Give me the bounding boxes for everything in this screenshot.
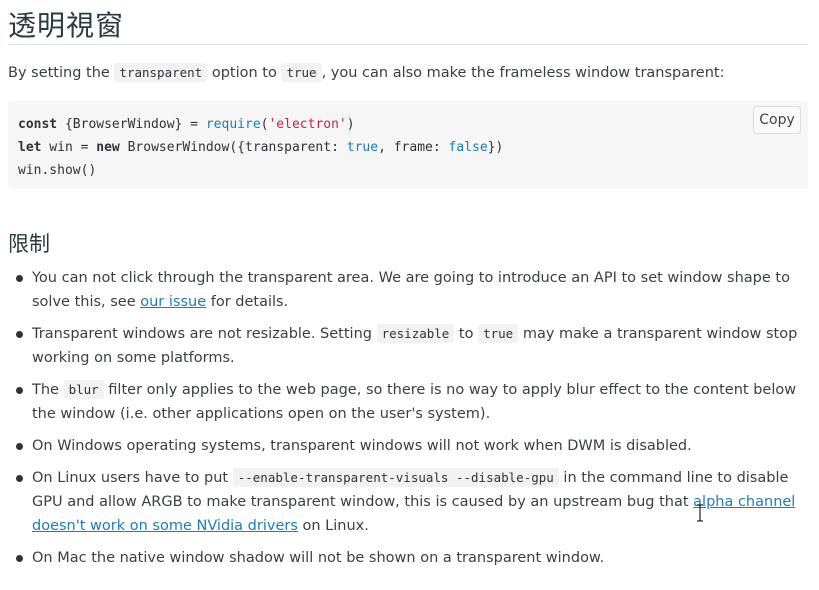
intro-text-3: , you can also make the frameless window… bbox=[321, 65, 725, 81]
inline-code-blur: blur bbox=[63, 380, 104, 399]
list-item: The blur filter only applies to the web … bbox=[8, 378, 808, 426]
page-title: 透明視窗 bbox=[8, 9, 125, 42]
bullet-icon bbox=[16, 275, 23, 282]
list-item-text: On Linux users have to put bbox=[32, 470, 233, 486]
code-function: require bbox=[205, 117, 261, 132]
intro-text-2: option to bbox=[207, 65, 282, 81]
bullet-icon bbox=[16, 555, 23, 562]
list-item-text: for details. bbox=[206, 294, 289, 310]
code-keyword: let bbox=[18, 140, 42, 155]
list-item: On Windows operating systems, transparen… bbox=[8, 434, 808, 458]
list-item-text: on Linux. bbox=[297, 518, 369, 534]
code-string: 'electron' bbox=[268, 117, 347, 132]
code-text: BrowserWindow({transparent: bbox=[119, 140, 347, 155]
inline-code-resizable: resizable bbox=[376, 324, 455, 343]
inline-code-linux-flags: --enable-transparent-visuals --disable-g… bbox=[232, 468, 559, 487]
code-line-1: const {BrowserWindow} = require('electro… bbox=[18, 117, 355, 132]
inline-code-transparent: transparent bbox=[114, 63, 208, 82]
bullet-icon bbox=[16, 443, 23, 450]
inline-code-true: true bbox=[478, 324, 519, 343]
code-content: const {BrowserWindow} = require('electro… bbox=[18, 113, 503, 182]
list-item-text: Transparent windows are not resizable. S… bbox=[32, 326, 377, 342]
list-item: On Linux users have to put --enable-tran… bbox=[8, 466, 808, 538]
code-block: const {BrowserWindow} = require('electro… bbox=[8, 101, 808, 189]
title-divider bbox=[8, 44, 808, 45]
section-heading-limits: 限制 bbox=[8, 232, 50, 256]
list-item: On Mac the native window shadow will not… bbox=[8, 546, 808, 570]
code-text: {BrowserWindow} = bbox=[57, 117, 206, 132]
code-line-2: let win = new BrowserWindow({transparent… bbox=[18, 140, 503, 155]
code-text: , frame: bbox=[378, 140, 449, 155]
code-text: win = bbox=[41, 140, 97, 155]
text-cursor-icon bbox=[697, 504, 703, 522]
inline-code-true: true bbox=[281, 63, 322, 82]
code-text: }) bbox=[487, 140, 504, 155]
bullet-icon bbox=[16, 475, 23, 482]
intro-paragraph: By setting the transparent option to tru… bbox=[8, 61, 808, 85]
code-line-3: win.show() bbox=[18, 163, 97, 178]
list-item-text: On Mac the native window shadow will not… bbox=[32, 550, 605, 566]
list-item-text: The bbox=[32, 382, 64, 398]
code-text: ) bbox=[346, 117, 355, 132]
code-literal: false bbox=[448, 140, 488, 155]
code-keyword: new bbox=[96, 140, 120, 155]
copy-button[interactable]: Copy bbox=[753, 106, 801, 134]
list-item-text: On Windows operating systems, transparen… bbox=[32, 438, 692, 454]
list-item-text: to bbox=[454, 326, 479, 342]
bullet-icon bbox=[16, 331, 23, 338]
code-literal: true bbox=[346, 140, 379, 155]
bullet-icon bbox=[16, 387, 23, 394]
limits-list: You can not click through the transparen… bbox=[8, 266, 808, 578]
intro-text-1: By setting the bbox=[8, 65, 115, 81]
code-keyword: const bbox=[18, 117, 58, 132]
our-issue-link[interactable]: our issue bbox=[140, 294, 206, 310]
list-item: Transparent windows are not resizable. S… bbox=[8, 322, 808, 370]
list-item: You can not click through the transparen… bbox=[8, 266, 808, 314]
list-item-text: filter only applies to the web page, so … bbox=[32, 382, 797, 422]
